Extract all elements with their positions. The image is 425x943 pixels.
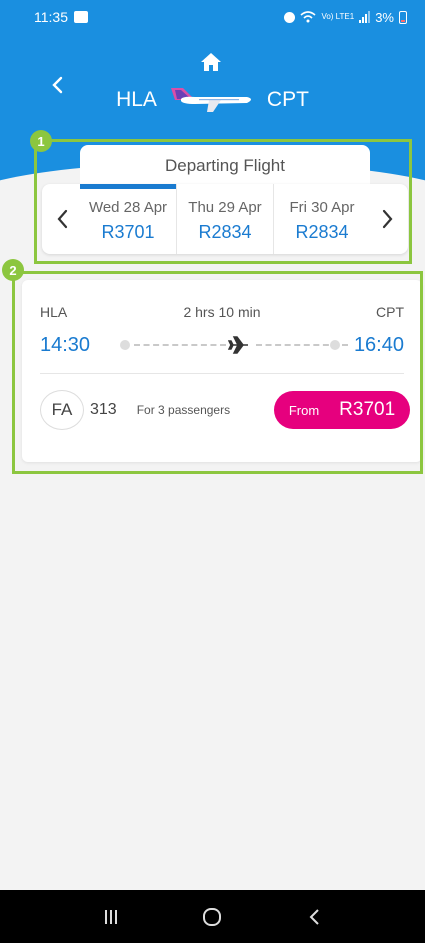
- recent-apps-button[interactable]: [91, 897, 131, 937]
- network-label: Vo) LTE1: [321, 12, 355, 21]
- timeline-dash-left: [134, 344, 226, 346]
- chevron-right-icon: [382, 209, 393, 229]
- home-icon[interactable]: [200, 52, 222, 77]
- flight-number: 313: [90, 401, 117, 418]
- battery-icon: [399, 10, 407, 24]
- arrive-time: 16:40: [353, 333, 404, 356]
- date-option[interactable]: Fri 30 Apr R2834: [273, 184, 370, 254]
- annotation-badge-1: 1: [30, 130, 52, 152]
- date-label: Wed 28 Apr: [88, 199, 168, 216]
- back-nav-icon: [309, 908, 319, 925]
- from-label: From: [288, 402, 320, 418]
- date-price: R2834: [295, 222, 349, 242]
- airline-code-badge: FA: [40, 390, 84, 430]
- date-price: R2834: [198, 222, 252, 242]
- flight-timeline: [120, 336, 348, 354]
- status-bar: 11:35 Vo) LTE1 3%: [0, 0, 425, 34]
- flight-route-row: HLA 2 hrs 10 min CPT: [40, 304, 404, 322]
- annotation-badge-2: 2: [2, 259, 24, 281]
- battery-percent: 3%: [375, 9, 394, 25]
- signal-icon: [359, 11, 371, 23]
- header-origin: HLA: [116, 88, 157, 111]
- recent-apps-icon: [104, 909, 117, 924]
- passenger-count: For 3 passengers: [136, 403, 231, 417]
- fare-price: R3701: [339, 399, 396, 420]
- timeline-end-dot: [330, 340, 340, 350]
- date-label: Fri 30 Apr: [289, 199, 355, 216]
- depart-time: 14:30: [40, 333, 91, 356]
- departing-flight-tab: Departing Flight: [80, 145, 370, 187]
- airplane-icon: [228, 336, 248, 354]
- route-header: HLA CPT: [0, 86, 425, 114]
- divider: [40, 373, 404, 374]
- alarm-icon: [284, 11, 296, 23]
- next-date-button[interactable]: [368, 184, 408, 254]
- flight-info-row: FA 313 For 3 passengers From R3701: [40, 390, 410, 430]
- date-selector: Wed 28 Apr R3701 Thu 29 Apr R2834 Fri 30…: [42, 184, 408, 254]
- date-label: Thu 29 Apr: [188, 199, 262, 216]
- flight-duration: 2 hrs 10 min: [183, 304, 261, 320]
- previous-date-button[interactable]: [42, 184, 82, 254]
- header-destination: CPT: [266, 88, 309, 111]
- back-nav-button[interactable]: [294, 897, 334, 937]
- flight-times-row: 14:30 16:40: [40, 332, 404, 358]
- home-circle-icon: [203, 907, 222, 926]
- select-fare-button[interactable]: From R3701: [274, 391, 410, 429]
- status-time: 11:35: [34, 9, 68, 25]
- date-cells: Wed 28 Apr R3701 Thu 29 Apr R2834 Fri 30…: [80, 184, 370, 254]
- wifi-icon: [300, 11, 316, 23]
- home-nav-button[interactable]: [192, 897, 232, 937]
- airplane-image: [170, 88, 251, 112]
- date-option[interactable]: Thu 29 Apr R2834: [176, 184, 273, 254]
- system-nav-bar: [0, 890, 425, 943]
- chevron-left-icon: [57, 209, 68, 229]
- timeline-start-dot: [120, 340, 130, 350]
- date-option[interactable]: Wed 28 Apr R3701: [80, 184, 176, 254]
- date-price: R3701: [101, 222, 155, 242]
- departing-flight-title: Departing Flight: [164, 156, 285, 175]
- image-notification-icon: [74, 11, 88, 23]
- flight-card[interactable]: HLA 2 hrs 10 min CPT 14:30 16:40 FA 313 …: [22, 280, 422, 462]
